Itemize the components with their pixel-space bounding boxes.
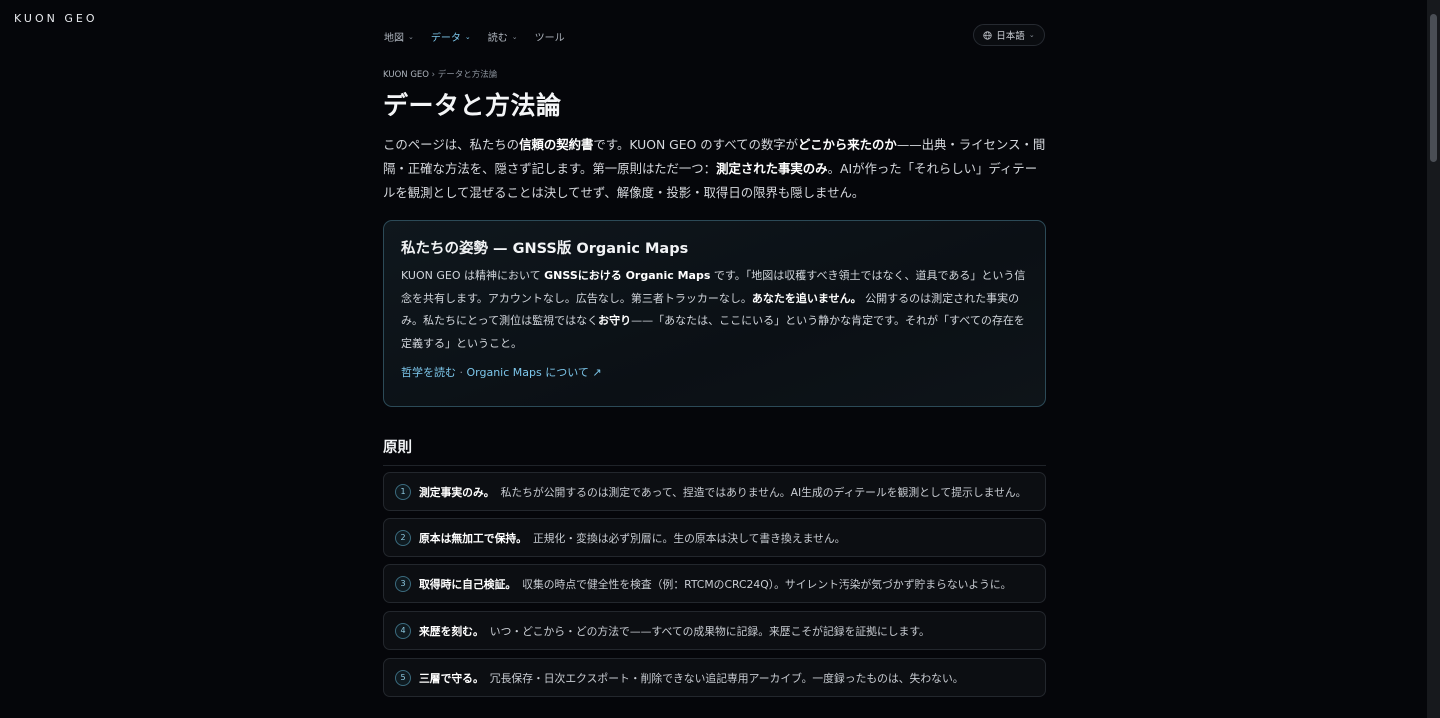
principle-number: 3 — [395, 575, 411, 592]
lead-text: です。KUON GEO のすべての数字が — [593, 137, 799, 152]
philosophy-link[interactable]: 哲学を読む — [401, 366, 456, 379]
intro-paragraph: このページは、私たちの信頼の契約書です。KUON GEO のすべての数字がどこか… — [383, 133, 1048, 205]
stance-emphasis: お守り — [598, 314, 632, 328]
principle-title: 三層で守る。 — [419, 671, 484, 685]
principle-number: 1 — [395, 483, 411, 500]
principle-text: 私たちが公開するのは測定であって、捏造ではありません。AI生成のディテールを観測… — [500, 485, 1027, 499]
breadcrumb-separator: › — [431, 70, 436, 80]
language-label: 日本語 — [996, 31, 1025, 42]
stance-text: KUON GEO は精神において — [401, 269, 545, 282]
principle-item: 2 原本は無加工で保持。 正規化・変換は必ず別層に。生の原本は決して書き換えませ… — [383, 518, 1046, 557]
principles-heading: 原則 — [383, 436, 1046, 466]
principle-title: 原本は無加工で保持。 — [419, 531, 527, 545]
stance-body: KUON GEO は精神において GNSSにおける Organic Maps で… — [401, 265, 1028, 356]
principle-number: 5 — [395, 669, 411, 686]
nav-item-read[interactable]: 読む ⌄ — [487, 29, 518, 45]
nav-item-label: 読む — [487, 33, 508, 44]
lead-emphasis: 測定された事実のみ — [716, 161, 828, 176]
principle-item: 1 測定事実のみ。 私たちが公開するのは測定であって、捏造ではありません。AI生… — [383, 472, 1046, 511]
stance-links: 哲学を読む · Organic Maps について ↗ — [401, 364, 1028, 380]
globe-icon — [983, 30, 992, 40]
principle-item: 4 来歴を刻む。 いつ・どこから・どの方法で——すべての成果物に記録。来歴こそが… — [383, 611, 1046, 650]
nav-item-data[interactable]: データ ⌄ — [430, 29, 471, 45]
chevron-down-icon: ⌄ — [1028, 31, 1035, 39]
stance-emphasis: あなたを追いません。 — [751, 291, 862, 305]
language-selector[interactable]: 日本語 ⌄ — [973, 24, 1045, 46]
principle-text: 冗長保存・日次エクスポート・削除できない追記専用アーカイブ。一度録ったものは、失… — [489, 671, 964, 685]
lead-emphasis: どこから来たのか — [798, 137, 897, 152]
stance-card: 私たちの姿勢 — GNSS版 Organic Maps KUON GEO は精神… — [383, 220, 1046, 407]
lead-text: このページは、私たちの — [383, 137, 520, 152]
chevron-down-icon: ⌄ — [464, 32, 471, 41]
principle-title: 来歴を刻む。 — [419, 624, 484, 638]
nav-item-tools[interactable]: ツール — [535, 29, 565, 44]
nav-item-label: データ — [430, 33, 461, 44]
stance-title: 私たちの姿勢 — GNSS版 Organic Maps — [401, 241, 689, 257]
principle-text: いつ・どこから・どの方法で——すべての成果物に記録。来歴こそが記録を証拠にします… — [489, 624, 930, 638]
page-scrollbar[interactable] — [1427, 0, 1440, 718]
nav-item-map[interactable]: 地図 ⌄ — [384, 29, 414, 45]
principle-text: 正規化・変換は必ず別層に。生の原本は決して書き換えません。 — [532, 531, 846, 545]
nav-item-label: ツール — [534, 33, 565, 44]
breadcrumb-home[interactable]: KUON GEO — [383, 70, 429, 80]
brand-logo[interactable]: KUON GEO — [14, 12, 98, 25]
page-title: データと方法論 — [383, 91, 562, 120]
principle-item: 3 取得時に自己検証。 収集の時点で健全性を検査（例：RTCMのCRC24Q）。… — [383, 564, 1046, 603]
chevron-down-icon: ⌄ — [511, 32, 518, 41]
breadcrumb: KUON GEO › データと方法論 — [383, 68, 497, 80]
principle-text: 収集の時点で健全性を検査（例：RTCMのCRC24Q）。サイレント汚染が気づかず… — [522, 577, 1012, 591]
organic-maps-link[interactable]: Organic Maps について ↗ — [467, 366, 602, 379]
link-separator: · — [459, 365, 464, 379]
principle-item: 5 三層で守る。 冗長保存・日次エクスポート・削除できない追記専用アーカイブ。一… — [383, 658, 1046, 697]
breadcrumb-current: データと方法論 — [437, 70, 498, 80]
principle-number: 2 — [395, 529, 411, 546]
chevron-down-icon: ⌄ — [408, 32, 414, 41]
nav-item-label: 地図 — [384, 33, 404, 44]
principle-number: 4 — [395, 622, 411, 639]
main-nav: 地図 ⌄ データ ⌄ 読む ⌄ ツール — [384, 29, 582, 45]
scrollbar-thumb[interactable] — [1430, 14, 1437, 162]
principle-title: 測定事実のみ。 — [419, 485, 495, 499]
principle-title: 取得時に自己検証。 — [419, 577, 517, 591]
stance-emphasis: GNSSにおける Organic Maps — [544, 269, 711, 282]
lead-emphasis: 信頼の契約書 — [519, 137, 594, 152]
